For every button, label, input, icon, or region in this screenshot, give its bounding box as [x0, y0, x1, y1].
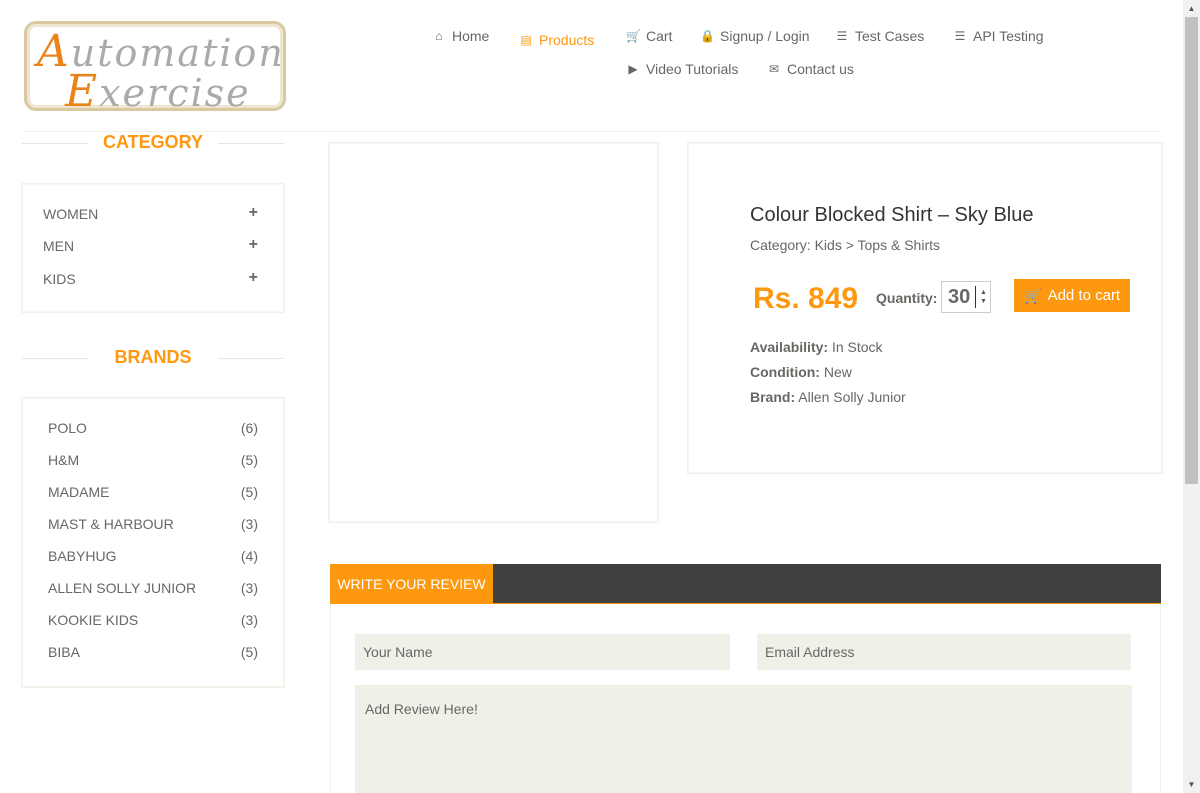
briefcase-icon: ▤	[520, 33, 532, 47]
brand-madame[interactable]: MADAME (5)	[48, 484, 258, 500]
tab-write-review[interactable]: WRITE YOUR REVIEW	[330, 564, 493, 604]
lock-icon: 🔒	[700, 29, 715, 43]
envelope-icon: ✉	[768, 62, 780, 76]
plus-icon: +	[248, 269, 258, 286]
nav-products[interactable]: ▤ Products	[519, 32, 594, 48]
list-icon: ☰	[954, 29, 966, 43]
chevron-down-icon[interactable]: ▼	[980, 297, 987, 306]
review-textarea[interactable]	[355, 685, 1132, 793]
condition-line: Condition: New	[750, 364, 852, 380]
plus-icon: +	[248, 204, 258, 221]
scroll-up-icon[interactable]: ▲	[1183, 0, 1200, 17]
brand-mast-harbour[interactable]: MAST & HARBOUR (3)	[48, 516, 258, 532]
product-image	[329, 143, 658, 522]
category-men[interactable]: MEN +	[43, 236, 258, 255]
page-scrollbar[interactable]: ▲ ▼	[1183, 0, 1200, 793]
cart-icon: 🛒	[626, 29, 641, 43]
chevron-up-icon[interactable]: ▲	[980, 288, 987, 297]
nav-contact-us[interactable]: ✉ Contact us	[767, 61, 854, 77]
nav-video-tutorials[interactable]: ▶ Video Tutorials	[626, 61, 738, 77]
product-title: Colour Blocked Shirt – Sky Blue	[750, 204, 1034, 226]
quantity-stepper[interactable]: ▲ ▼	[980, 288, 987, 306]
nav-test-cases[interactable]: ☰ Test Cases	[835, 28, 925, 44]
logo-line-2: Exercise	[65, 66, 251, 111]
brand-allen-solly-junior[interactable]: ALLEN SOLLY JUNIOR (3)	[48, 580, 258, 596]
quantity-value: 30	[948, 286, 976, 308]
site-logo[interactable]: Automation Exercise	[24, 21, 286, 111]
plus-icon: +	[248, 236, 258, 253]
product-category: Category: Kids > Tops & Shirts	[750, 237, 940, 253]
review-tab-bar: WRITE YOUR REVIEW	[330, 564, 1161, 604]
youtube-icon: ▶	[628, 62, 638, 76]
brand-babyhug[interactable]: BABYHUG (4)	[48, 548, 258, 564]
nav-home[interactable]: ⌂ Home	[432, 28, 489, 44]
brand-line: Brand: Allen Solly Junior	[750, 389, 906, 405]
brand-biba[interactable]: BIBA (5)	[48, 644, 258, 660]
category-panel: WOMEN + MEN + KIDS +	[22, 184, 284, 312]
name-input[interactable]	[355, 634, 730, 670]
quantity-label: Quantity:	[876, 290, 938, 306]
home-icon: ⌂	[435, 29, 443, 43]
product-price: Rs. 849	[753, 282, 859, 315]
category-women[interactable]: WOMEN +	[43, 204, 258, 223]
brands-panel: POLO (6) H&M (5) MADAME (5) MAST & HARBOUR(…	[22, 398, 284, 687]
quantity-input[interactable]: 30 ▲ ▼	[941, 281, 991, 313]
scroll-thumb[interactable]	[1185, 17, 1198, 484]
nav-api-testing[interactable]: ☰ API Testing	[953, 28, 1044, 44]
scroll-down-icon[interactable]: ▼	[1183, 776, 1200, 793]
list-icon: ☰	[836, 29, 848, 43]
brand-kookie-kids[interactable]: KOOKIE KIDS (3)	[48, 612, 258, 628]
email-input[interactable]	[757, 634, 1131, 670]
nav-cart[interactable]: 🛒 Cart	[626, 28, 672, 44]
brands-title: BRANDS	[22, 347, 284, 368]
availability-line: Availability: In Stock	[750, 339, 883, 355]
brand-polo[interactable]: POLO (6)	[48, 420, 258, 436]
cart-icon: 🛒	[1023, 287, 1043, 305]
add-to-cart-button[interactable]: 🛒 Add to cart	[1014, 279, 1130, 312]
category-kids[interactable]: KIDS +	[43, 269, 258, 288]
brand-hm[interactable]: H&M (5)	[48, 452, 258, 468]
category-title: CATEGORY	[22, 132, 284, 153]
nav-signup-login[interactable]: 🔒 Signup / Login	[700, 28, 810, 44]
